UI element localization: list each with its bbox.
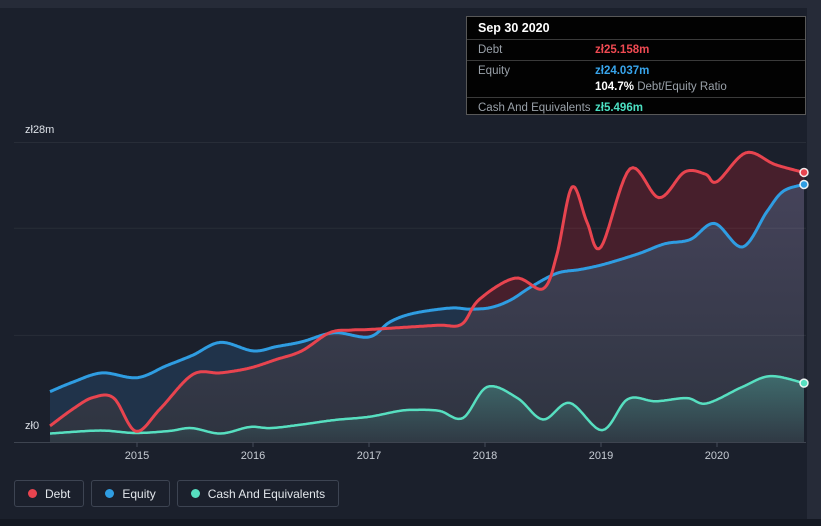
tooltip-debt-value: zł25.158m: [595, 44, 650, 56]
tooltip-ratio-label: Debt/Equity Ratio: [637, 81, 727, 93]
legend-item-debt[interactable]: Debt: [14, 480, 85, 507]
tooltip-debt-row: Debt zł25.158m: [467, 39, 805, 60]
equity-dot-icon: [105, 489, 115, 498]
tooltip-equity-label: Equity: [478, 65, 510, 77]
tooltip-equity-row: Equity zł24.037m 104.7% Debt/Equity Rati…: [467, 60, 805, 97]
tooltip-debt-label: Debt: [478, 44, 503, 56]
y-axis-zero-label: zł0: [25, 420, 40, 432]
legend-cash-label: Cash And Equivalents: [207, 486, 326, 501]
cash-dot-icon: [190, 489, 200, 498]
bottom-strip: [0, 519, 821, 526]
debt-dot-icon: [28, 489, 37, 498]
tooltip-ratio-percent: 104.7%: [595, 81, 635, 93]
chart-legend: Debt Equity Cash And Equivalents: [14, 480, 340, 507]
tooltip-cash-value: zł5.496m: [595, 102, 643, 114]
tooltip-ratio: 104.7% Debt/Equity Ratio: [595, 79, 727, 95]
chart-tooltip: Sep 30 2020 Debt zł25.158m Equity zł24.0…: [466, 16, 806, 115]
tooltip-cash-row: Cash And Equivalents zł5.496m: [467, 97, 805, 114]
tooltip-equity-value: zł24.037m: [595, 65, 650, 77]
legend-debt-label: Debt: [45, 486, 71, 501]
legend-item-equity[interactable]: Equity: [91, 480, 170, 507]
legend-equity-label: Equity: [122, 486, 156, 501]
tooltip-cash-label: Cash And Equivalents: [478, 102, 591, 114]
legend-item-cash[interactable]: Cash And Equivalents: [176, 480, 340, 507]
tooltip-date: Sep 30 2020: [478, 21, 550, 35]
y-axis-max-label: zł28m: [25, 124, 55, 136]
